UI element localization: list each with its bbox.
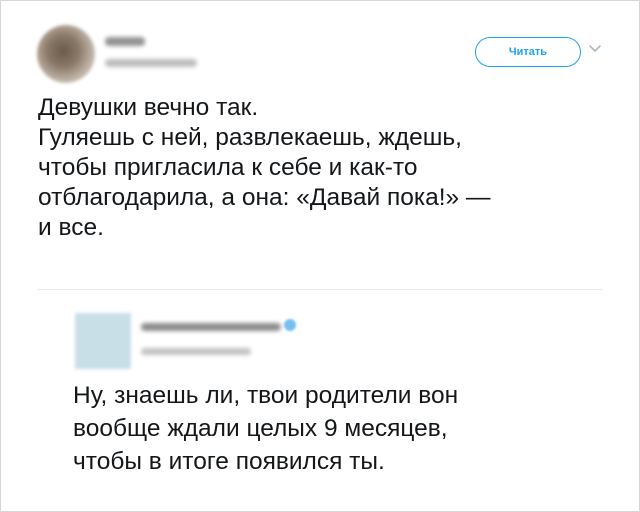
- reply-author-handle-blurred: [141, 348, 251, 355]
- verified-badge-icon: [284, 319, 296, 331]
- tweet-text: Девушки вечно так. Гуляешь с ней, развле…: [38, 93, 618, 243]
- tweet-text-line: и все.: [38, 214, 104, 241]
- reply-text: Ну, знаешь ли, твои родители вон вообще …: [73, 379, 613, 478]
- tweet-card: Читать Девушки вечно так. Гуляешь с ней,…: [0, 0, 640, 512]
- follow-button[interactable]: Читать: [475, 37, 581, 67]
- reply-text-line: Ну, знаешь ли, твои родители вон: [73, 382, 459, 409]
- tweet-text-line: Гуляешь с ней, развлекаешь, ждешь,: [38, 124, 462, 151]
- reply-author-avatar[interactable]: [75, 313, 131, 369]
- divider: [38, 289, 602, 290]
- reply-text-line: чтобы в итоге появился ты.: [73, 448, 385, 475]
- reply-author-name-blurred[interactable]: [141, 323, 281, 331]
- tweet-text-line: отблагодарила, а она: «Давай пока!» —: [38, 184, 491, 211]
- author-avatar[interactable]: [37, 25, 95, 83]
- author-handle-blurred: [105, 59, 197, 67]
- reply-text-line: вообще ждали целых 9 месяцев,: [73, 415, 448, 442]
- tweet-text-line: Девушки вечно так.: [38, 94, 259, 121]
- tweet-text-line: чтобы пригласила к себе и как-то: [38, 154, 418, 181]
- chevron-down-icon[interactable]: [588, 41, 602, 55]
- author-name-blurred[interactable]: [105, 37, 145, 46]
